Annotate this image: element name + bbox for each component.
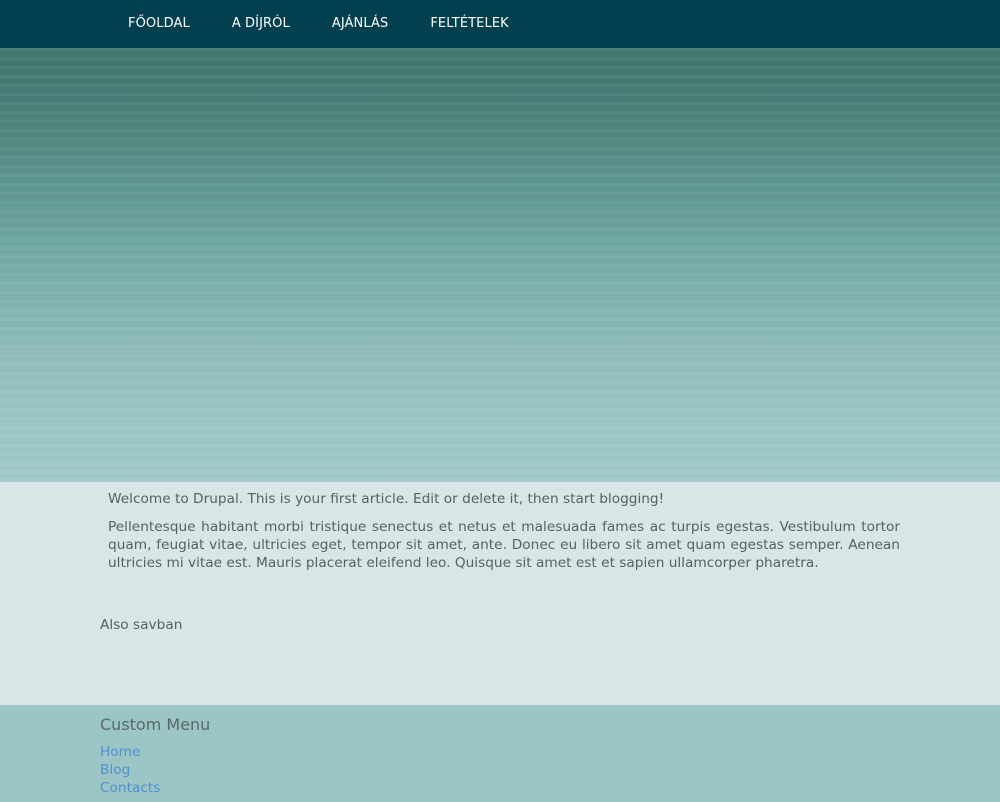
- bottom-region-text: Also savban: [100, 617, 183, 633]
- hero-banner: [0, 48, 1000, 482]
- custom-menu-link-blog[interactable]: Blog: [100, 761, 160, 779]
- nav-link-feltetelek[interactable]: FELTÉTELEK: [409, 0, 529, 48]
- nav-item-feltetelek: FELTÉTELEK: [409, 0, 529, 48]
- page: FŐOLDAL A DÍJRÓL AJÁNLÁS FELTÉTELEK Welc…: [0, 0, 1000, 802]
- nav-link-ajanlas[interactable]: AJÁNLÁS: [311, 0, 410, 48]
- custom-menu-item-blog: Blog: [100, 761, 160, 779]
- custom-menu-title: Custom Menu: [100, 715, 211, 734]
- custom-menu-item-home: Home: [100, 743, 160, 761]
- main-menu: FŐOLDAL A DÍJRÓL AJÁNLÁS FELTÉTELEK: [107, 0, 530, 48]
- nav-link-fooldal[interactable]: FŐOLDAL: [107, 0, 211, 48]
- nav-item-fooldal: FŐOLDAL: [107, 0, 211, 48]
- custom-menu-item-contacts: Contacts: [100, 779, 160, 797]
- nav-link-a-dijrol[interactable]: A DÍJRÓL: [211, 0, 311, 48]
- main-content-region: Welcome to Drupal. This is your first ar…: [0, 482, 1000, 705]
- custom-menu-link-home[interactable]: Home: [100, 743, 160, 761]
- footer-region: Custom Menu Home Blog Contacts: [0, 705, 1000, 802]
- article-intro-text: Welcome to Drupal. This is your first ar…: [108, 491, 665, 507]
- first-article: Welcome to Drupal. This is your first ar…: [108, 490, 900, 572]
- custom-menu-link-contacts[interactable]: Contacts: [100, 779, 160, 797]
- custom-menu-list: Home Blog Contacts: [100, 743, 160, 797]
- nav-item-ajanlas: AJÁNLÁS: [311, 0, 410, 48]
- top-navigation-bar: FŐOLDAL A DÍJRÓL AJÁNLÁS FELTÉTELEK: [0, 0, 1000, 48]
- article-body-text: Pellentesque habitant morbi tristique se…: [108, 519, 900, 571]
- nav-item-a-dijrol: A DÍJRÓL: [211, 0, 311, 48]
